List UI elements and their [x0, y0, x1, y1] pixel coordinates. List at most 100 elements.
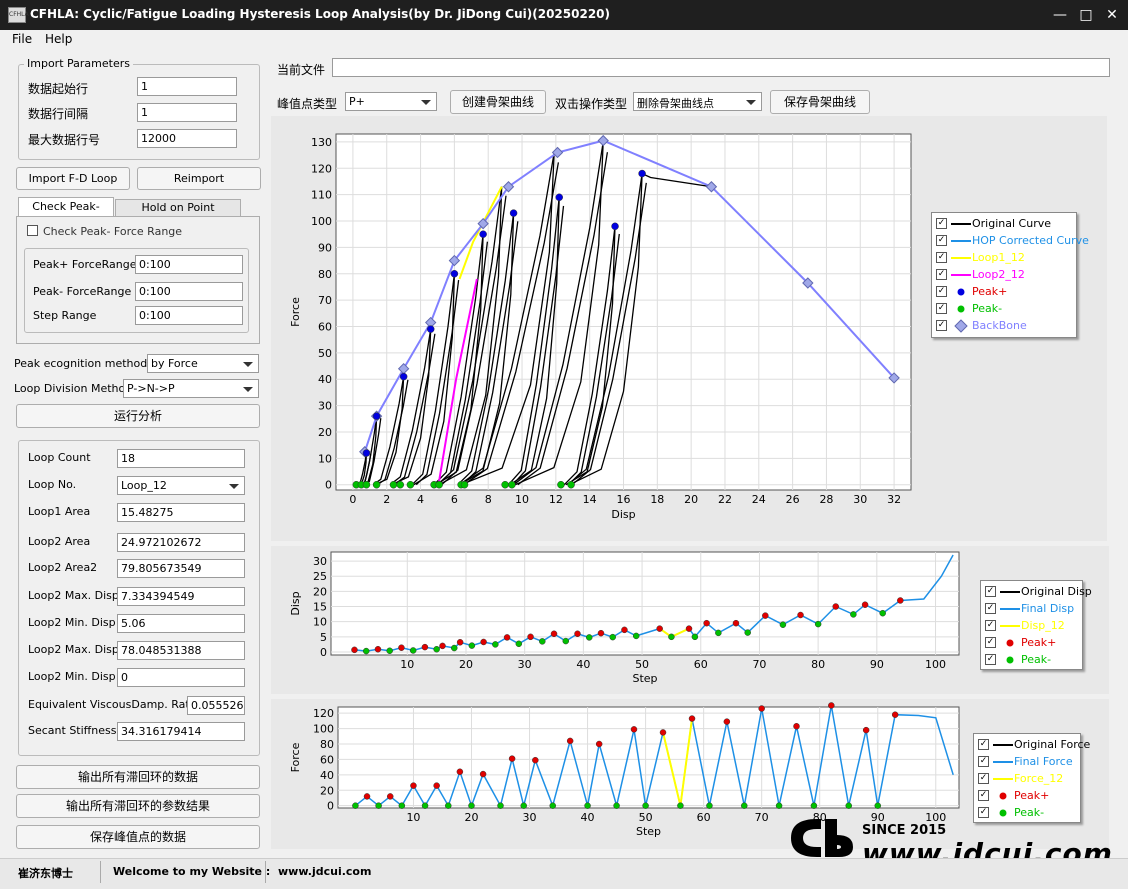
result-value[interactable]: 79.805673549 — [117, 559, 245, 578]
peak-pos-point — [555, 193, 563, 202]
legend-checkbox[interactable]: ✓ — [978, 790, 989, 801]
max-row-input[interactable]: 12000 — [137, 129, 237, 148]
dblclick-type-label: 双击操作类型 — [555, 97, 628, 111]
peak-pos-point — [479, 770, 487, 778]
max-row-label: 最大数据行号 — [28, 133, 101, 147]
legend-checkbox[interactable]: ✓ — [985, 620, 996, 631]
run-analysis-button[interactable]: 运行分析 — [16, 404, 260, 428]
result-value[interactable]: 78.048531388 — [117, 641, 245, 660]
loop-no-select[interactable]: Loop_12 — [117, 476, 245, 495]
peak-pos-point — [659, 729, 667, 736]
import-fd-loop-button[interactable]: Import F-D Loop — [16, 167, 130, 190]
export-params-button[interactable]: 输出所有滞回环的参数结果 — [16, 794, 260, 818]
result-value[interactable]: 15.48275 — [117, 503, 245, 522]
result-value[interactable]: 5.06 — [117, 614, 245, 633]
legend-label: Loop2_12 — [972, 268, 1025, 281]
result-value[interactable]: 0.05552616 — [187, 696, 245, 715]
create-backbone-button[interactable]: 创建骨架曲线 — [450, 90, 546, 114]
legend-swatch — [951, 274, 971, 276]
status-bar: 崔济东博士 Welcome to my Website : www.jdcui.… — [0, 858, 1128, 889]
tab-hold-on-point[interactable]: Hold on Point Correction — [115, 199, 241, 230]
result-label: Loop Count — [28, 451, 91, 464]
app-icon: CFHLA — [8, 7, 29, 23]
legend-checkbox[interactable]: ✓ — [978, 756, 989, 767]
row-interval-input[interactable]: 1 — [137, 103, 237, 122]
result-value[interactable]: 34.316179414 — [117, 722, 245, 741]
peak-neg-point — [549, 802, 556, 809]
x-tick-label: 20 — [464, 811, 478, 824]
result-value[interactable]: 24.972102672 — [117, 533, 245, 552]
y-tick-label: 30 — [313, 555, 327, 568]
peak-type-select[interactable]: P+ — [345, 92, 437, 111]
peak-neg-range-input[interactable]: 0:100 — [135, 282, 243, 301]
y-tick-label: 25 — [313, 570, 327, 583]
status-author: 崔济东博士 — [18, 867, 73, 880]
legend-swatch — [993, 778, 1013, 780]
result-value[interactable]: 18 — [117, 449, 245, 468]
legend-checkbox[interactable]: ✓ — [936, 303, 947, 314]
legend-checkbox[interactable]: ✓ — [985, 603, 996, 614]
peak-neg-point — [850, 611, 857, 618]
legend-checkbox[interactable]: ✓ — [978, 739, 989, 750]
start-row-input[interactable]: 1 — [137, 77, 237, 96]
legend-checkbox[interactable]: ✓ — [936, 286, 947, 297]
legend-checkbox[interactable]: ✓ — [936, 218, 947, 229]
x-tick-label: 24 — [752, 493, 766, 506]
current-file-input[interactable] — [332, 58, 1110, 77]
peak-range-label: Check Peak- Force Range — [43, 225, 183, 238]
status-url[interactable]: www.jdcui.com — [278, 865, 371, 878]
x-axis-label: Step — [632, 672, 657, 685]
dblclick-type-select[interactable]: 删除骨架曲线点 — [633, 92, 762, 111]
export-loops-button[interactable]: 输出所有滞回环的数据 — [16, 765, 260, 789]
step-range-input[interactable]: 0:100 — [135, 306, 243, 325]
legend-checkbox[interactable]: ✓ — [936, 269, 947, 280]
x-tick-label: 22 — [718, 493, 732, 506]
legend-checkbox[interactable]: ✓ — [936, 252, 947, 263]
legend-checkbox[interactable]: ✓ — [985, 637, 996, 648]
legend-checkbox[interactable]: ✓ — [985, 654, 996, 665]
legend-checkbox[interactable]: ✓ — [936, 235, 947, 246]
peak-pos-point — [508, 755, 516, 762]
peak-pos-point — [832, 603, 839, 610]
save-backbone-button[interactable]: 保存骨架曲线 — [770, 90, 870, 114]
peak-pos-point — [732, 619, 740, 627]
peak-pos-range-input[interactable]: 0:100 — [135, 255, 243, 274]
result-label: Loop No. — [28, 478, 77, 491]
save-peaks-button[interactable]: 保存峰值点的数据 — [16, 825, 260, 849]
peak-pos-point — [503, 634, 511, 641]
peak-range-checkbox[interactable] — [27, 225, 38, 236]
x-tick-label: 20 — [684, 493, 698, 506]
peak-neg-point — [706, 802, 713, 809]
legend-checkbox[interactable]: ✓ — [985, 586, 996, 597]
step-range-label: Step Range — [33, 309, 97, 322]
y-axis-label: Force — [289, 742, 302, 772]
legend-checkbox[interactable]: ✓ — [936, 320, 947, 331]
peak-neg-point — [668, 633, 675, 641]
legend-checkbox[interactable]: ✓ — [978, 773, 989, 784]
minimize-button[interactable]: — — [1050, 5, 1070, 25]
peak-pos-point — [723, 718, 731, 725]
menu-help[interactable]: Help — [45, 32, 72, 46]
peak-pos-point — [456, 768, 464, 776]
reimport-button[interactable]: Reimport — [137, 167, 261, 190]
result-value[interactable]: 7.334394549 — [117, 587, 245, 606]
peak-neg-point — [814, 620, 822, 628]
peak-neg-point — [515, 640, 523, 648]
result-value[interactable]: 0 — [117, 668, 245, 687]
loop-division-select[interactable]: P->N->P — [123, 379, 259, 398]
peak-neg-point — [497, 802, 504, 809]
x-tick-label: 0 — [349, 493, 356, 506]
close-button[interactable]: ✕ — [1102, 5, 1122, 25]
peak-method-select[interactable]: by Force — [147, 354, 259, 373]
maximize-button[interactable]: □ — [1076, 5, 1096, 25]
peak-pos-point — [656, 625, 663, 632]
peak-neg-point — [386, 647, 393, 655]
peak-pos-point — [611, 222, 619, 231]
menu-file[interactable]: File — [12, 32, 32, 46]
disp-legend: ✓ Original Disp ✓ Final Disp ✓ Disp_12 ✓ Peak+ ✓… — [980, 580, 1092, 670]
y-tick-label: 60 — [320, 753, 334, 766]
tab-check-peak-force[interactable]: Check Peak-Force — [18, 197, 114, 231]
result-label: Loop2 Area — [28, 535, 91, 548]
hysteresis-legend: ✓ Original Curve ✓ HOP Corrected Curve ✓ Loop… — [931, 212, 1089, 338]
peak-pos-point — [891, 711, 899, 718]
